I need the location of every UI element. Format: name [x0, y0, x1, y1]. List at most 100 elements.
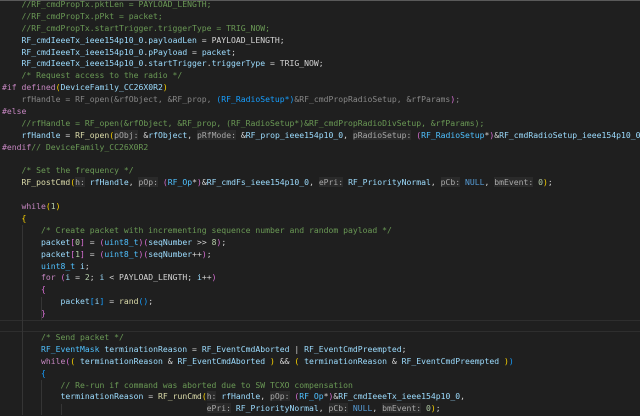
code-token: =	[84, 248, 100, 259]
code-token: =	[196, 34, 212, 45]
code-line[interactable]: uint8_t i;	[2, 261, 640, 273]
code-token: rfHandle	[89, 177, 129, 188]
code-token: =	[187, 46, 202, 57]
code-token: RF_prop_ieee154p10_0	[245, 129, 344, 140]
code-token: #if	[2, 82, 22, 93]
code-token: ,	[260, 391, 271, 402]
code-token: &RF_cmdPropRadioSetup, &rfParams	[294, 94, 451, 105]
code-line[interactable]: #if defined(DeviceFamily_CC26X0R2)	[2, 82, 640, 94]
code-token: RF_PriorityNormal	[348, 177, 431, 188]
code-token: PAYLOAD_LENGTH	[211, 34, 280, 45]
code-token: startTrigger	[148, 58, 207, 69]
code-line[interactable]: while(( terminationReason & RF_EventCmdA…	[2, 356, 640, 368]
code-token: {	[21, 213, 27, 224]
code-token: =	[70, 272, 85, 283]
code-token: =	[60, 129, 76, 140]
code-line[interactable]: packet[0] = (uint8_t)(seqNumber >> 8);	[2, 237, 640, 249]
code-line[interactable]: packet[1] = (uint8_t)(seqNumber++);	[2, 249, 640, 261]
code-token: ()	[138, 296, 149, 307]
code-line[interactable]: //RF_cmdPropTx.pPkt = packet;	[2, 11, 640, 23]
code-token: while	[21, 201, 46, 212]
code-token: ;	[148, 296, 154, 307]
code-line[interactable]: {	[2, 368, 640, 380]
code-line[interactable]: packet[i] = rand();	[2, 296, 640, 308]
code-token: RF_EventMask	[40, 343, 100, 354]
code-token: RF_runCmd	[157, 391, 202, 402]
code-token: &	[235, 129, 246, 140]
code-token: RF_open	[75, 129, 110, 140]
code-token: while	[40, 355, 66, 366]
code-line[interactable]: RF_postCmd(h: rfHandle, pOp: (RF_Op*)&RF…	[2, 177, 640, 189]
code-token: =	[265, 58, 280, 69]
code-line[interactable]: {	[2, 213, 640, 225]
code-line[interactable]: // Re-run if command was aborted due to …	[2, 380, 640, 392]
code-token: packet	[40, 248, 71, 259]
code-line[interactable]: terminationReason = RF_runCmd(h: rfHandl…	[2, 391, 640, 403]
code-line[interactable]: RF_cmdIeeeTx_ieee154p10_0.pPayload = pac…	[2, 47, 640, 59]
code-token: RF_RadioSetup	[421, 129, 485, 140]
inlay-hint: ePri:	[318, 177, 344, 188]
code-token: RF_EventCmdAborted	[177, 355, 266, 366]
indent-guide	[41, 379, 42, 416]
code-token: (RF_RadioSetup*)	[216, 94, 295, 105]
code-token: NULL	[352, 403, 373, 414]
code-token: #else	[2, 106, 27, 117]
code-line[interactable]: //RF_cmdPropTx.startTrigger.triggerType …	[2, 23, 640, 35]
code-token: packet	[40, 236, 71, 247]
code-token: RF_EventCmdPreempted	[401, 355, 500, 366]
code-line[interactable]	[2, 154, 640, 166]
code-comment: // Re-run if command was aborted due to …	[2, 379, 353, 390]
code-token: RF_cmdIeeeTx_ieee154p10_0	[21, 58, 144, 69]
code-token: packet	[201, 46, 232, 57]
code-editor[interactable]: //RF_cmdPropTx.pktLen = PAYLOAD_LENGTH; …	[2, 0, 640, 416]
code-comment: /* Request access to the radio */	[2, 70, 183, 81]
code-token: )	[55, 201, 61, 212]
code-line[interactable]: RF_cmdIeeeTx_ieee154p10_0.payloadLen = P…	[2, 35, 640, 47]
code-line[interactable]: rfHandle = RF_open(pObj: &rfObject, pRfM…	[2, 129, 640, 142]
code-token: ,	[372, 403, 383, 414]
code-comment: //rfHandle = RF_open(&rfObject, &RF_prop…	[2, 117, 485, 128]
code-token: RF_cmdFs_ieee154p10_0	[206, 177, 310, 188]
current-code-line[interactable]	[0, 320, 640, 332]
indent-guide	[61, 403, 62, 416]
code-line[interactable]: /* Create packet with incrementing seque…	[2, 225, 640, 237]
code-token: ,	[430, 177, 441, 188]
code-token: ;	[231, 46, 236, 57]
code-line[interactable]: while(1)	[2, 201, 640, 213]
code-comment: //RF_cmdPropTx.pktLen = PAYLOAD_LENGTH;	[2, 0, 212, 9]
indent-guide	[22, 225, 23, 416]
code-token: )	[162, 82, 168, 93]
code-line[interactable]: //RF_cmdPropTx.pktLen = PAYLOAD_LENGTH;	[2, 0, 640, 11]
code-token: ,	[343, 129, 353, 140]
code-token: RF_cmdIeeeTx_ieee154p10_0	[338, 391, 461, 402]
code-line[interactable]: //rfHandle = RF_open(&rfObject, &RF_prop…	[2, 118, 640, 130]
code-line[interactable]	[2, 189, 640, 201]
inlay-hint: pRadioSetup:	[352, 129, 412, 140]
code-line[interactable]: /* Set the frequency */	[2, 165, 640, 177]
code-line[interactable]: ePri: RF_PriorityNormal, pCb: NULL, bmEv…	[2, 403, 640, 415]
code-token: ,	[309, 177, 319, 188]
code-token: RF_cmdRadioSetup_ieee154p10_0	[499, 129, 640, 140]
code-line[interactable]: /* Request access to the radio */	[2, 70, 640, 82]
code-token: for	[40, 272, 56, 283]
code-comment: //RF_cmdPropTx.pPkt = packet;	[2, 10, 163, 21]
code-token: ;	[187, 272, 197, 283]
code-line[interactable]: #endif// DeviceFamily_CC26X0R2	[2, 142, 640, 154]
code-line[interactable]: RF_EventMask terminationReason = RF_Even…	[2, 344, 640, 356]
code-line[interactable]: /* Send packet */	[2, 332, 640, 344]
code-line[interactable]: #else	[2, 106, 640, 118]
code-token: uint8_t	[104, 236, 139, 247]
code-line[interactable]: {	[2, 284, 640, 296]
code-line[interactable]: rfHandle = RF_open(&rfObject, &RF_prop, …	[2, 94, 640, 106]
code-line[interactable]: for (i = 2; i < PAYLOAD_LENGTH; i++)	[2, 272, 640, 284]
code-token: |	[289, 343, 305, 354]
code-token: ;	[221, 236, 227, 247]
inlay-hint: ePri:	[206, 403, 232, 414]
code-line[interactable]: }	[2, 308, 640, 320]
code-line[interactable]: RF_cmdIeeeTx_ieee154p10_0.startTrigger.t…	[2, 58, 640, 70]
inlay-hint: h:	[206, 391, 217, 402]
code-token: seqNumber	[148, 248, 193, 259]
